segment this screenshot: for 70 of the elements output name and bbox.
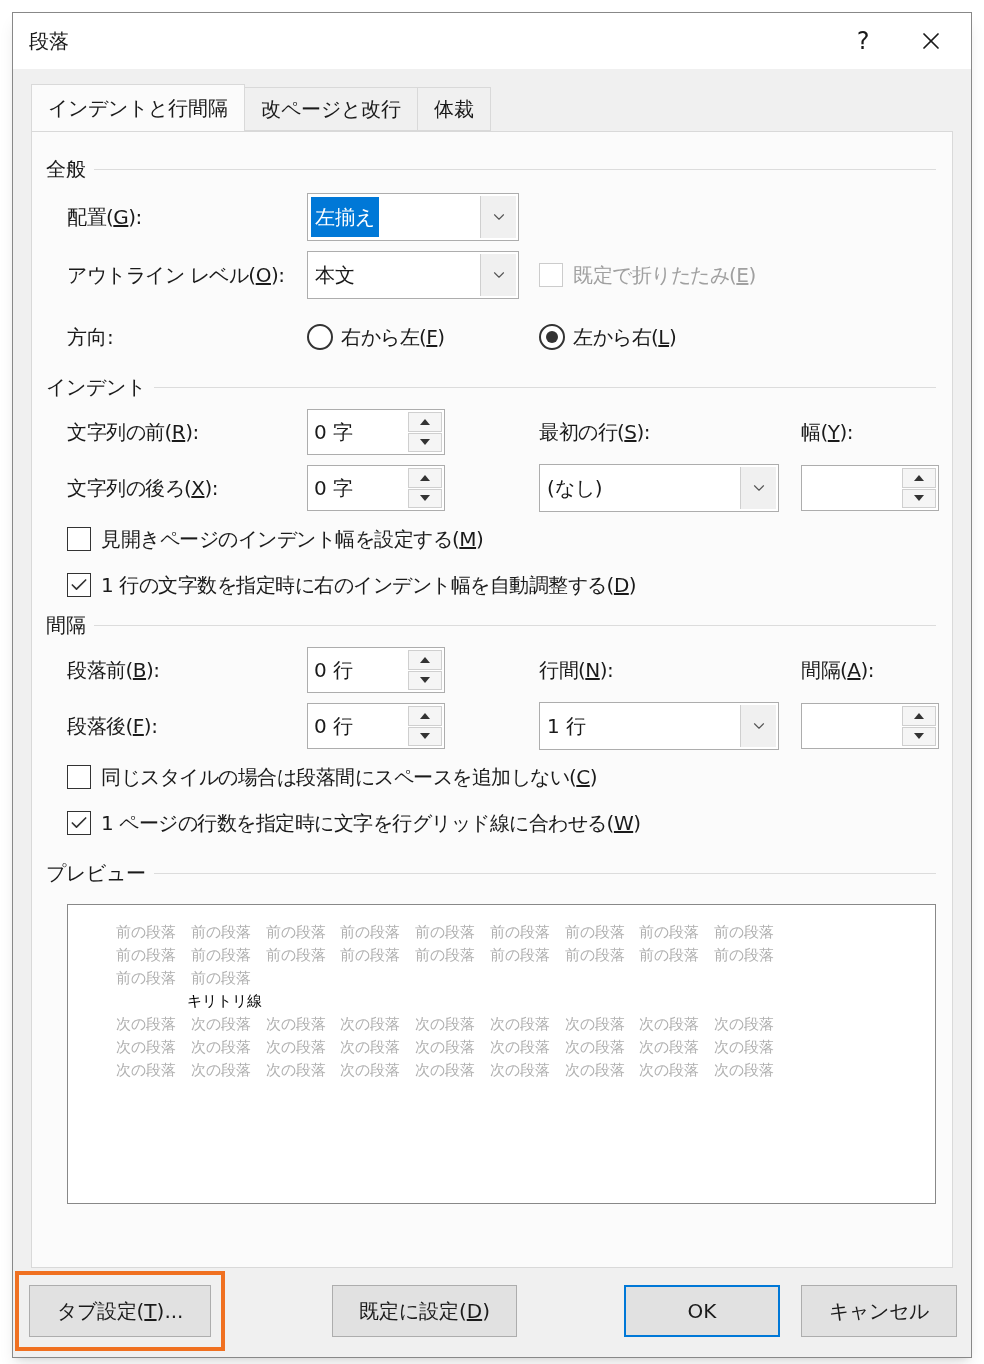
section-heading: 全般 <box>46 156 86 183</box>
tab[interactable]: 体裁 <box>417 87 491 131</box>
section-heading: 間隔 <box>46 612 86 639</box>
spin-field[interactable]: 0 行 <box>307 647 445 693</box>
spin-down-icon[interactable] <box>408 432 442 452</box>
section-heading: インデント <box>46 374 146 401</box>
window-title: 段落 <box>29 28 70 55</box>
radio-label: 右から左(F) <box>341 324 445 351</box>
radio-label: 左から右(L) <box>573 324 677 351</box>
field-label: 文字列の前(R): <box>67 419 200 446</box>
checkbox[interactable] <box>67 811 91 835</box>
preview-text: 次の段落 次の段落 次の段落 次の段落 次の段落 次の段落 次の段落 次の段落 次の段落 <box>116 1060 776 1081</box>
radio-button[interactable] <box>307 324 333 350</box>
field-label: 間隔(A): <box>801 657 876 684</box>
checkbox-label: 既定で折りたたみ(E) <box>573 262 756 289</box>
spin-up-icon[interactable] <box>902 706 936 726</box>
spin-down-icon[interactable] <box>902 488 936 508</box>
radio-button[interactable] <box>539 324 565 350</box>
dropdown[interactable]: 左揃え <box>307 193 519 241</box>
field-label: 方向: <box>67 324 115 351</box>
checkbox-label: 1 ページの行数を指定時に文字を行グリッド線に合わせる(W) <box>101 810 641 837</box>
section-heading: プレビュー <box>46 860 146 887</box>
checkbox-label: 同じスタイルの場合は段落間にスペースを追加しない(C) <box>101 764 598 791</box>
dropdown[interactable]: (なし) <box>539 464 779 512</box>
spin-field[interactable]: 0 行 <box>307 703 445 749</box>
dialog-button[interactable]: 既定に設定(D) <box>332 1285 517 1337</box>
spin-field[interactable] <box>801 703 939 749</box>
field-label: 段落後(F): <box>67 713 159 740</box>
dialog-button[interactable]: キャンセル <box>801 1285 957 1337</box>
dialog-button[interactable]: タブ設定(T)... <box>29 1285 211 1337</box>
field-label: 段落前(B): <box>67 657 161 684</box>
chevron-down-icon <box>480 196 516 238</box>
spin-field[interactable] <box>801 465 939 511</box>
preview-text: 前の段落 前の段落 前の段落 前の段落 前の段落 前の段落 前の段落 前の段落 前の段落 <box>116 922 776 943</box>
tab[interactable]: 改ページと改行 <box>244 87 418 131</box>
field-label: 最初の行(S): <box>539 419 652 446</box>
preview-sample-text: キリトリ線 <box>186 991 262 1012</box>
spin-field[interactable]: 0 字 <box>307 409 445 455</box>
spin-up-icon[interactable] <box>408 468 442 488</box>
spin-up-icon[interactable] <box>408 650 442 670</box>
preview-text: 次の段落 次の段落 次の段落 次の段落 次の段落 次の段落 次の段落 次の段落 次の段落 <box>116 1014 776 1035</box>
checkbox[interactable] <box>67 765 91 789</box>
spin-down-icon[interactable] <box>408 488 442 508</box>
spin-down-icon[interactable] <box>408 670 442 690</box>
checkbox-label: 見開きページのインデント幅を設定する(M) <box>101 526 484 553</box>
spin-down-icon[interactable] <box>902 726 936 746</box>
spin-down-icon[interactable] <box>408 726 442 746</box>
chevron-down-icon <box>740 467 776 509</box>
spin-up-icon[interactable] <box>408 412 442 432</box>
dialog-button[interactable]: OK <box>623 1285 780 1337</box>
dropdown[interactable]: 本文 <box>307 251 519 299</box>
chevron-down-icon <box>740 705 776 747</box>
preview-text: 次の段落 次の段落 次の段落 次の段落 次の段落 次の段落 次の段落 次の段落 次の段落 <box>116 1037 776 1058</box>
dropdown[interactable]: 1 行 <box>539 702 779 750</box>
help-button[interactable]: ? <box>835 13 891 69</box>
field-label: 幅(Y): <box>801 419 855 446</box>
field-label: 行間(N): <box>539 657 615 684</box>
spin-field[interactable]: 0 字 <box>307 465 445 511</box>
preview-text: 前の段落 前の段落 前の段落 前の段落 前の段落 前の段落 前の段落 前の段落 前の段落 <box>116 945 776 966</box>
checkbox[interactable] <box>67 527 91 551</box>
spin-up-icon[interactable] <box>902 468 936 488</box>
field-label: 配置(G): <box>67 204 143 231</box>
tab[interactable]: インデントと行間隔 <box>31 84 245 131</box>
field-label: 文字列の後ろ(X): <box>67 475 220 502</box>
field-label: アウトライン レベル(O): <box>67 262 286 289</box>
checkbox[interactable] <box>67 573 91 597</box>
chevron-down-icon <box>480 254 516 296</box>
preview-text: 前の段落 前の段落 <box>116 968 252 989</box>
spin-up-icon[interactable] <box>408 706 442 726</box>
checkbox-label: 1 行の文字数を指定時に右のインデント幅を自動調整する(D) <box>101 572 637 599</box>
